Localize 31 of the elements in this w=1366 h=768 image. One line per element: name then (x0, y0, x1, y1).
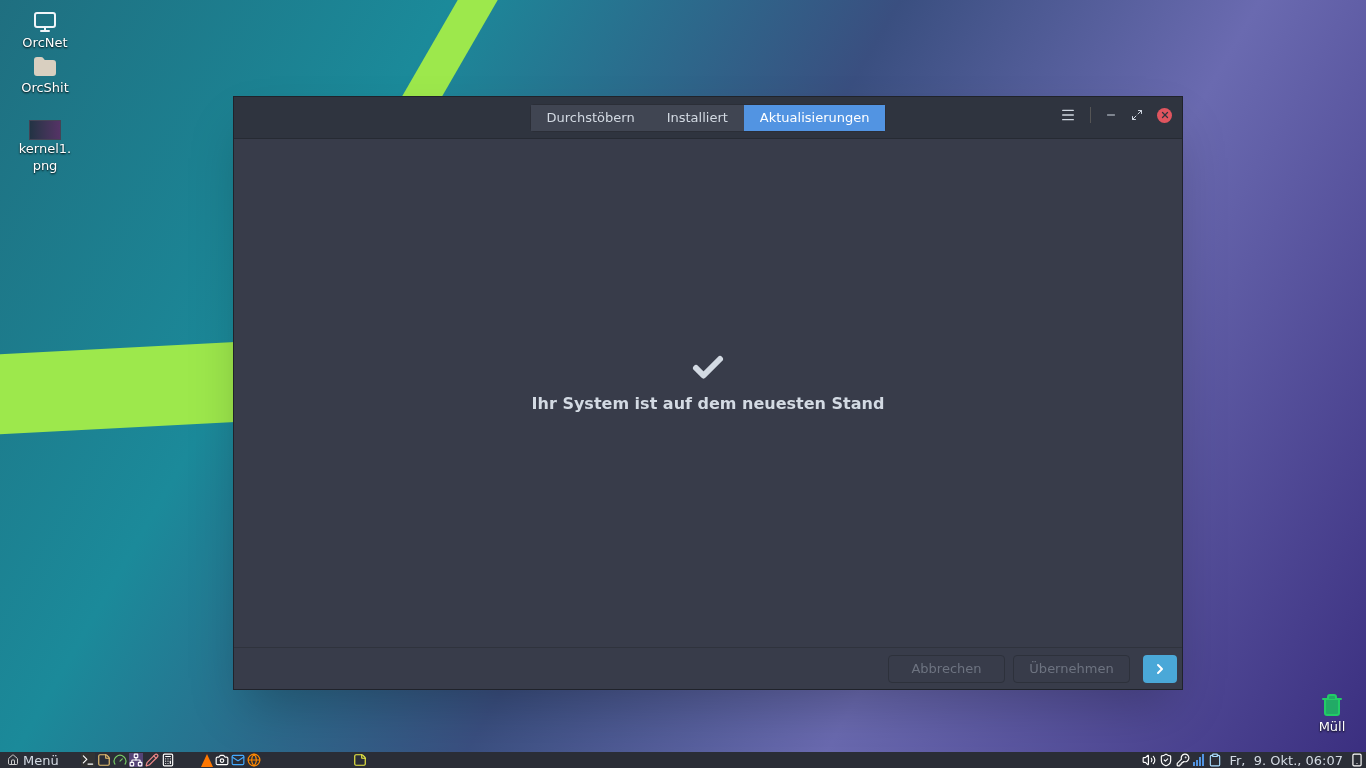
shield-icon[interactable] (1159, 753, 1174, 767)
camera-icon[interactable] (214, 753, 229, 767)
desktop-icon-label[interactable]: OrcShit (21, 79, 69, 96)
tab[interactable]: Installiert (650, 104, 744, 131)
menu-button[interactable]: Menü (0, 752, 67, 768)
trash-icon (1320, 692, 1344, 717)
home-icon (7, 754, 19, 766)
clipboard-icon[interactable] (1208, 753, 1223, 767)
menu-icon[interactable] (1060, 107, 1076, 123)
clock[interactable]: Fr, 9. Okt., 06:07 (1229, 753, 1343, 767)
calculator-icon[interactable] (160, 753, 175, 767)
maximize-icon[interactable] (1131, 109, 1143, 121)
tab[interactable]: Durchstöbern (530, 104, 651, 131)
status-message: Ihr System ist auf dem neuesten Stand (531, 393, 885, 415)
volume-icon[interactable] (1142, 753, 1157, 767)
desktop-icon-label[interactable]: OrcNet (22, 34, 68, 51)
network-icon[interactable] (128, 753, 143, 767)
close-icon[interactable] (1157, 107, 1172, 123)
monitor-gauge-icon[interactable] (112, 753, 127, 767)
mail-icon[interactable] (230, 753, 245, 767)
next-button[interactable] (1143, 654, 1177, 683)
tab[interactable]: Aktualisierungen (743, 104, 886, 131)
trash-label[interactable]: Müll (1318, 716, 1346, 736)
signal-icon[interactable] (1193, 754, 1206, 766)
folder-icon (33, 55, 57, 79)
pencil-icon[interactable] (144, 753, 159, 767)
computer-icon (33, 10, 57, 34)
image-thumbnail-icon (29, 120, 61, 140)
desktop-icon-label[interactable]: kernel1. png (18, 140, 72, 174)
terminal-icon[interactable] (80, 753, 95, 767)
key-icon[interactable] (1176, 753, 1191, 767)
